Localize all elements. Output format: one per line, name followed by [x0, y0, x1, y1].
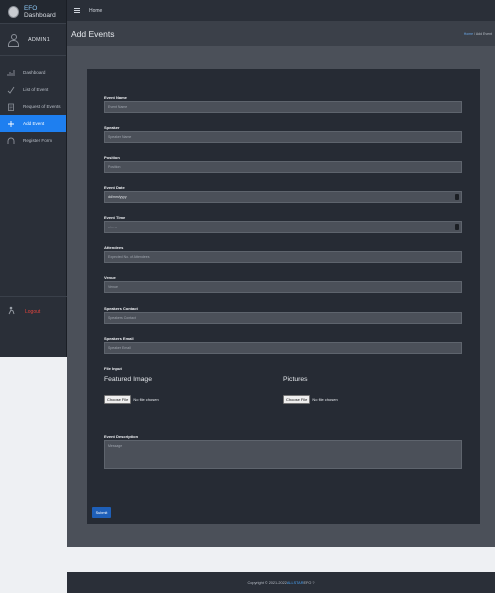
chart-icon: [7, 69, 15, 77]
brand-logo-icon: [8, 5, 19, 18]
breadcrumb-home-link[interactable]: Home: [464, 32, 473, 36]
description-label: Event Description: [104, 434, 139, 439]
description-group: Event Description Message: [104, 433, 462, 469]
featured-image-heading: Featured Image: [104, 376, 152, 383]
speakers-contact-group: Speakers Contact Speakers Contact: [104, 305, 462, 324]
featured-no-file-text: No file chosen: [133, 397, 159, 402]
hamburger-icon[interactable]: [74, 8, 80, 13]
venue-label: Venue: [104, 275, 116, 280]
submit-button[interactable]: Submit: [92, 507, 111, 518]
clock-icon[interactable]: [455, 224, 459, 230]
footer: Copyright © 2021-2022 ALLSTAR EFO ?: [67, 572, 495, 593]
speaker-group: Speaker Speaker Name: [104, 124, 462, 143]
user-icon: [8, 33, 19, 47]
pictures-choose-file-button[interactable]: Choose File: [283, 395, 311, 404]
description-textarea[interactable]: Message: [104, 440, 462, 469]
speakers-email-label: Speakers Email: [104, 336, 134, 341]
sidebar-item-label: List of Event: [23, 87, 49, 92]
attendees-label: Attendees: [104, 245, 124, 250]
event-time-value: --:-- --: [108, 225, 117, 229]
event-time-input[interactable]: --:-- --: [104, 221, 462, 233]
pictures-file-input: Choose File No file chosen: [283, 395, 338, 404]
event-date-input[interactable]: dd/mm/yyyy: [104, 191, 462, 203]
breadcrumb-current: Add Event: [475, 31, 492, 36]
position-group: Position Position: [104, 154, 462, 173]
event-date-group: Event Date dd/mm/yyyy: [104, 184, 462, 203]
sidebar-item-label: Request of Events: [23, 104, 61, 109]
venue-input[interactable]: Venue: [104, 281, 462, 293]
footer-link[interactable]: ALLSTAR: [287, 581, 304, 585]
breadcrumb: Home / Add Event: [464, 32, 492, 36]
footer-suffix: EFO ?: [303, 580, 315, 585]
speakers-contact-input[interactable]: Speakers Contact: [104, 312, 462, 324]
topbar-home-link[interactable]: Home: [89, 8, 102, 14]
logout-label: Logout: [25, 308, 41, 315]
event-time-label: Event Time: [104, 215, 126, 220]
file-input-label: File Input: [104, 366, 122, 371]
user-panel[interactable]: ADMIN1: [0, 24, 66, 56]
brand-text: EFO Dashboard: [24, 5, 66, 19]
logout-button[interactable]: Logout: [0, 296, 67, 326]
featured-choose-file-button[interactable]: Choose File: [104, 395, 132, 404]
brand-prefix: EFO: [23, 4, 38, 12]
sidebar-item-label: Dashboard: [23, 70, 46, 75]
sidebar-item-register-form[interactable]: Register Form: [0, 132, 66, 149]
sidebar: EFO Dashboard ADMIN1 Dashboard List of E…: [0, 0, 67, 357]
event-name-label: Event Name: [104, 95, 127, 100]
position-input[interactable]: Position: [104, 161, 462, 173]
pictures-heading: Pictures: [283, 376, 308, 383]
user-name: ADMIN1: [28, 36, 50, 43]
attendees-input[interactable]: Expected No. of Attendees: [104, 251, 462, 263]
page-title: Add Events: [71, 28, 115, 39]
event-time-group: Event Time --:-- --: [104, 214, 462, 233]
brand[interactable]: EFO Dashboard: [0, 0, 66, 24]
speakers-email-group: Speakers Email Speaker Email: [104, 335, 462, 354]
sidebar-item-dashboard[interactable]: Dashboard: [0, 64, 66, 81]
footer-prefix: Copyright © 2021-2022: [247, 580, 287, 585]
event-name-input[interactable]: Event Name: [104, 101, 462, 113]
clipboard-icon: [7, 103, 15, 111]
logout-icon: [8, 306, 17, 317]
page-header: Add Events Home / Add Event: [67, 21, 495, 46]
sidebar-item-label: Register Form: [23, 138, 53, 143]
event-date-value: dd/mm/yyyy: [108, 195, 127, 199]
brand-suffix: Dashboard: [23, 11, 56, 19]
event-date-label: Event Date: [104, 185, 125, 190]
sidebar-item-label: Add Event: [23, 121, 45, 126]
position-label: Position: [104, 155, 120, 160]
sidebar-item-list-of-event[interactable]: List of Event: [0, 81, 66, 98]
calendar-icon[interactable]: [455, 194, 459, 200]
sidebar-item-request-of-events[interactable]: Request of Events: [0, 98, 66, 115]
event-name-group: Event Name Event Name: [104, 94, 462, 113]
speaker-label: Speaker: [104, 125, 120, 130]
pictures-no-file-text: No file chosen: [312, 397, 338, 402]
speaker-input[interactable]: Speaker Name: [104, 131, 462, 143]
topbar: Home: [67, 0, 495, 21]
sidebar-nav: Dashboard List of Event Request of Event…: [0, 56, 66, 149]
speakers-email-input[interactable]: Speaker Email: [104, 342, 462, 354]
check-icon: [7, 86, 15, 94]
speakers-contact-label: Speakers Contact: [104, 306, 138, 311]
arc-icon: [7, 137, 15, 145]
featured-image-file-input: Choose File No file chosen: [104, 395, 159, 404]
plus-icon: [7, 120, 15, 128]
attendees-group: Attendees Expected No. of Attendees: [104, 244, 462, 263]
venue-group: Venue Venue: [104, 274, 462, 293]
sidebar-item-add-event[interactable]: Add Event: [0, 115, 66, 132]
